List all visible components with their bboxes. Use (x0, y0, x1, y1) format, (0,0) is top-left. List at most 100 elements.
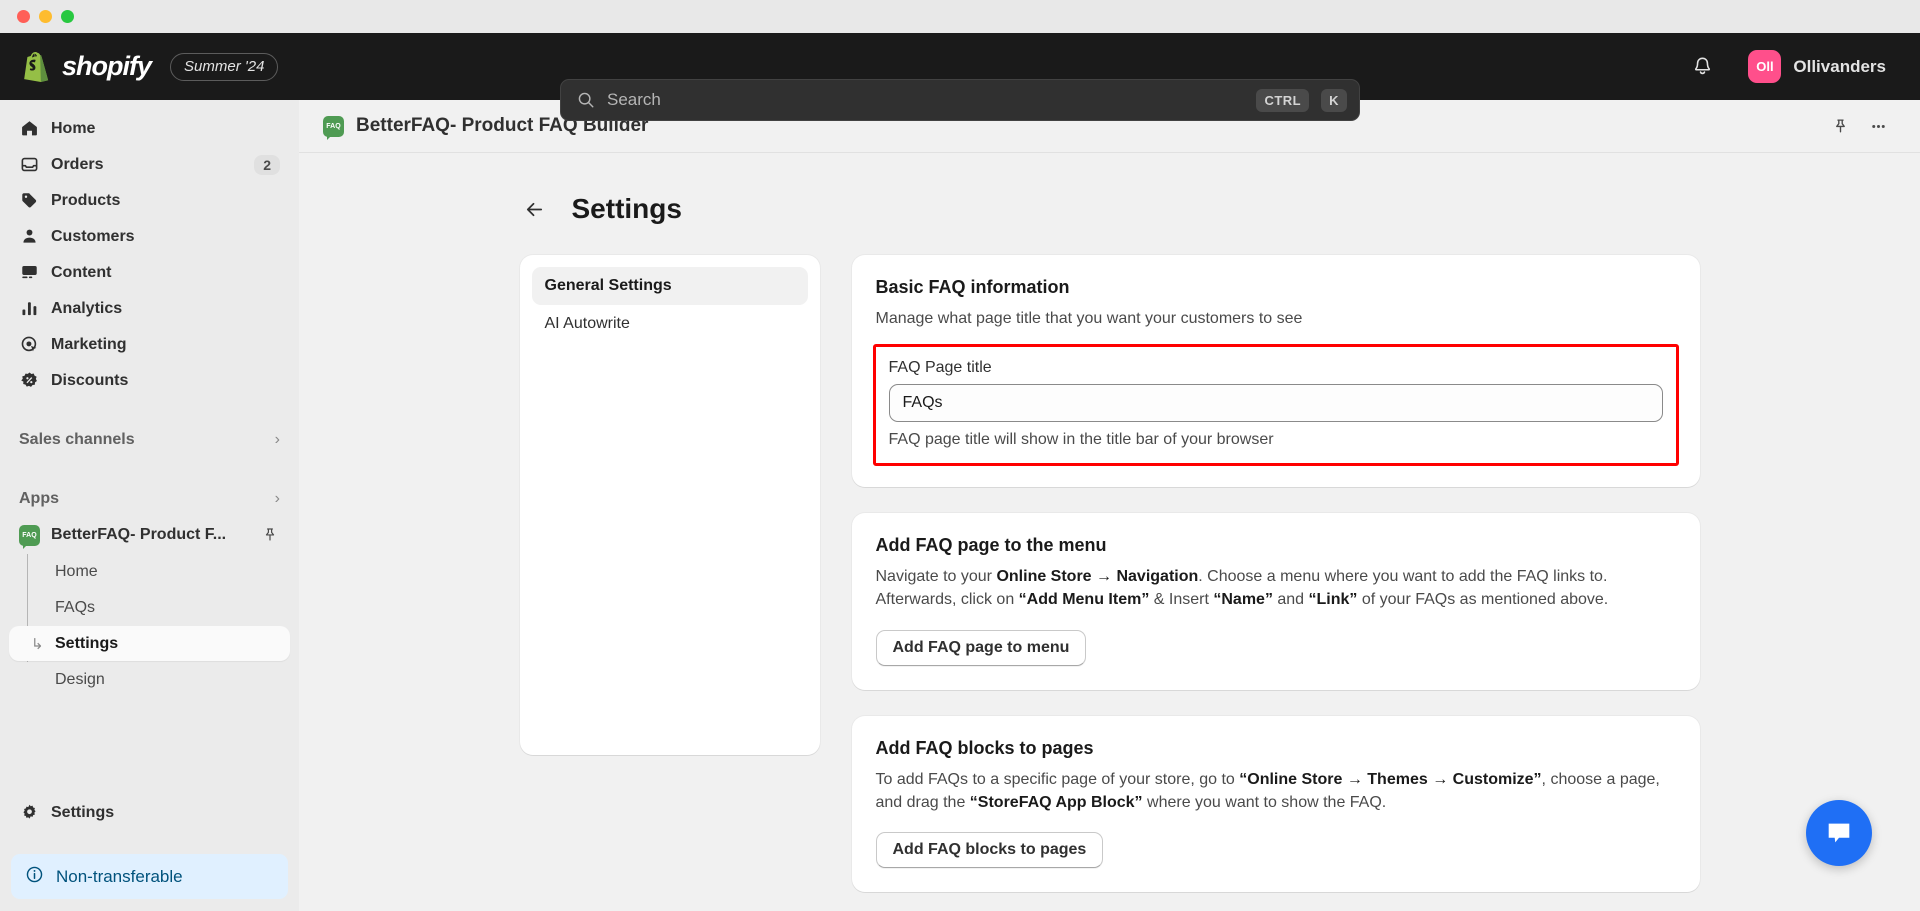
global-search[interactable]: Search CTRL K (560, 79, 1360, 121)
sidebar-section-sales-channels[interactable]: Sales channels › (9, 422, 290, 457)
subnav-label: Design (55, 670, 105, 688)
window-chrome (0, 0, 1920, 33)
sidebar-item-analytics[interactable]: Analytics (9, 291, 290, 326)
sidebar-item-settings[interactable]: Settings (9, 795, 290, 830)
settings-nav-ai-autowrite[interactable]: AI Autowrite (532, 305, 808, 343)
settings-cards-column: Basic FAQ information Manage what page t… (851, 255, 1700, 911)
faq-page-title-input[interactable] (888, 384, 1663, 423)
betterfaq-app-icon: FAQ (323, 115, 344, 140)
non-transferable-notice[interactable]: Non-transferable (11, 854, 288, 899)
search-shortcut-key: K (1321, 88, 1347, 112)
sidebar: Home Orders 2 Products Customers Content… (0, 100, 299, 911)
sidebar-item-marketing[interactable]: Marketing (9, 327, 290, 362)
sidebar-bottom: Settings Non-transferable (0, 794, 299, 911)
card-title: Add FAQ page to the menu (875, 535, 1107, 556)
sidebar-item-label: Settings (51, 803, 115, 821)
page-header: Settings (520, 193, 1700, 225)
main-content: FAQ BetterFAQ- Product FAQ Builder Setti… (299, 100, 1920, 911)
sidebar-item-label: Orders (51, 155, 104, 173)
sidebar-item-label: Discounts (51, 371, 129, 389)
user-menu-button[interactable]: Oll Ollivanders (1740, 45, 1894, 88)
discounts-badge-icon (19, 371, 39, 391)
sidebar-item-label: Analytics (51, 299, 123, 317)
topbar-right-controls: Oll Ollivanders (1682, 33, 1894, 100)
shopify-brand[interactable]: shopify Summer '24 (0, 51, 279, 82)
sidebar-item-label: Customers (51, 227, 135, 245)
content-image-icon (19, 263, 39, 283)
sidebar-item-discounts[interactable]: Discounts (9, 363, 290, 398)
home-icon (19, 119, 39, 139)
sidebar-item-label: Products (51, 191, 121, 209)
sidebar-item-home[interactable]: Home (9, 111, 290, 146)
top-navigation-bar: shopify Summer '24 Search CTRL K Oll Oll… (0, 33, 1920, 121)
settings-layout: General Settings AI Autowrite Basic FAQ … (519, 255, 1700, 911)
sidebar-item-label: Marketing (51, 335, 127, 353)
shopify-logo-icon (24, 51, 49, 82)
pin-icon[interactable] (260, 525, 280, 545)
notice-label: Non-transferable (56, 866, 183, 886)
sidebar-item-app-settings[interactable]: ↳ Settings (9, 626, 290, 661)
sidebar-item-app-design[interactable]: Design (9, 662, 290, 697)
search-box[interactable]: Search CTRL K (560, 79, 1360, 121)
settings-nav-label: AI Autowrite (544, 315, 630, 332)
chat-bubble-icon (1828, 823, 1850, 843)
sidebar-section-label: Apps (19, 489, 59, 507)
settings-nav-label: General Settings (544, 277, 672, 294)
card-body: Navigate to your Online Store → Navigati… (875, 568, 1609, 609)
user-name: Ollivanders (1793, 56, 1886, 76)
pin-icon[interactable] (1824, 110, 1856, 142)
subnav-label: Settings (55, 634, 119, 652)
card-add-faq-page-to-menu: Add FAQ page to the menu Navigate to you… (851, 513, 1700, 690)
season-badge[interactable]: Summer '24 (170, 52, 279, 81)
subnav-label: Home (55, 562, 98, 580)
sidebar-item-app-home[interactable]: Home (9, 554, 290, 589)
sidebar-item-orders[interactable]: Orders 2 (9, 147, 290, 182)
settings-nav-general[interactable]: General Settings (531, 267, 808, 305)
card-title: Basic FAQ information (875, 277, 1070, 297)
sidebar-item-label: Home (51, 119, 96, 137)
sidebar-item-content[interactable]: Content (9, 255, 290, 290)
sidebar-app-label: BetterFAQ- Product F... (51, 526, 227, 543)
app-body: Home Orders 2 Products Customers Content… (0, 100, 1920, 911)
sidebar-section-label: Sales channels (19, 430, 135, 448)
faq-page-title-highlight: FAQ Page title FAQ page title will show … (872, 344, 1679, 467)
search-placeholder: Search (607, 90, 661, 109)
page-scroll-area[interactable]: Settings General Settings AI Autowrite B… (299, 153, 1920, 911)
sidebar-item-label: Content (51, 263, 112, 281)
ellipsis-icon[interactable] (1862, 110, 1894, 142)
orders-count-badge: 2 (254, 154, 280, 175)
chat-support-button[interactable] (1806, 800, 1872, 866)
sidebar-section-apps[interactable]: Apps › (9, 481, 290, 516)
card-title: Add FAQ blocks to pages (875, 737, 1094, 758)
search-icon (578, 92, 594, 108)
chevron-right-icon: › (274, 489, 280, 507)
settings-nav-column: General Settings AI Autowrite (519, 255, 820, 911)
customers-person-icon (19, 227, 39, 247)
betterfaq-app-icon: FAQ (19, 524, 40, 549)
add-faq-page-to-menu-button[interactable]: Add FAQ page to menu (875, 629, 1087, 666)
search-shortcut-ctrl: CTRL (1256, 88, 1310, 112)
orders-inbox-icon (19, 155, 39, 175)
gear-icon (19, 803, 39, 823)
card-add-faq-blocks-to-pages: Add FAQ blocks to pages To add FAQs to a… (851, 715, 1700, 892)
avatar: Oll (1748, 50, 1782, 83)
sidebar-item-app-faqs[interactable]: FAQs (9, 590, 290, 625)
notifications-button[interactable] (1682, 47, 1722, 87)
analytics-bars-icon (19, 299, 39, 319)
sidebar-app-betterfaq[interactable]: FAQ BetterFAQ- Product F... (9, 517, 290, 553)
products-tag-icon (19, 191, 39, 211)
window-minimize-button[interactable] (39, 10, 52, 23)
card-basic-faq-information: Basic FAQ information Manage what page t… (851, 255, 1700, 488)
faq-page-title-help: FAQ page title will show in the title ba… (888, 431, 1274, 449)
bell-icon (1694, 57, 1710, 75)
window-maximize-button[interactable] (61, 10, 74, 23)
window-close-button[interactable] (17, 10, 30, 23)
sidebar-item-customers[interactable]: Customers (9, 219, 290, 254)
back-button[interactable] (520, 194, 550, 224)
settings-nav-card: General Settings AI Autowrite (519, 255, 820, 755)
subnav-label: FAQs (55, 598, 96, 616)
add-faq-blocks-to-pages-button[interactable]: Add FAQ blocks to pages (875, 831, 1104, 868)
sidebar-item-products[interactable]: Products (9, 183, 290, 218)
